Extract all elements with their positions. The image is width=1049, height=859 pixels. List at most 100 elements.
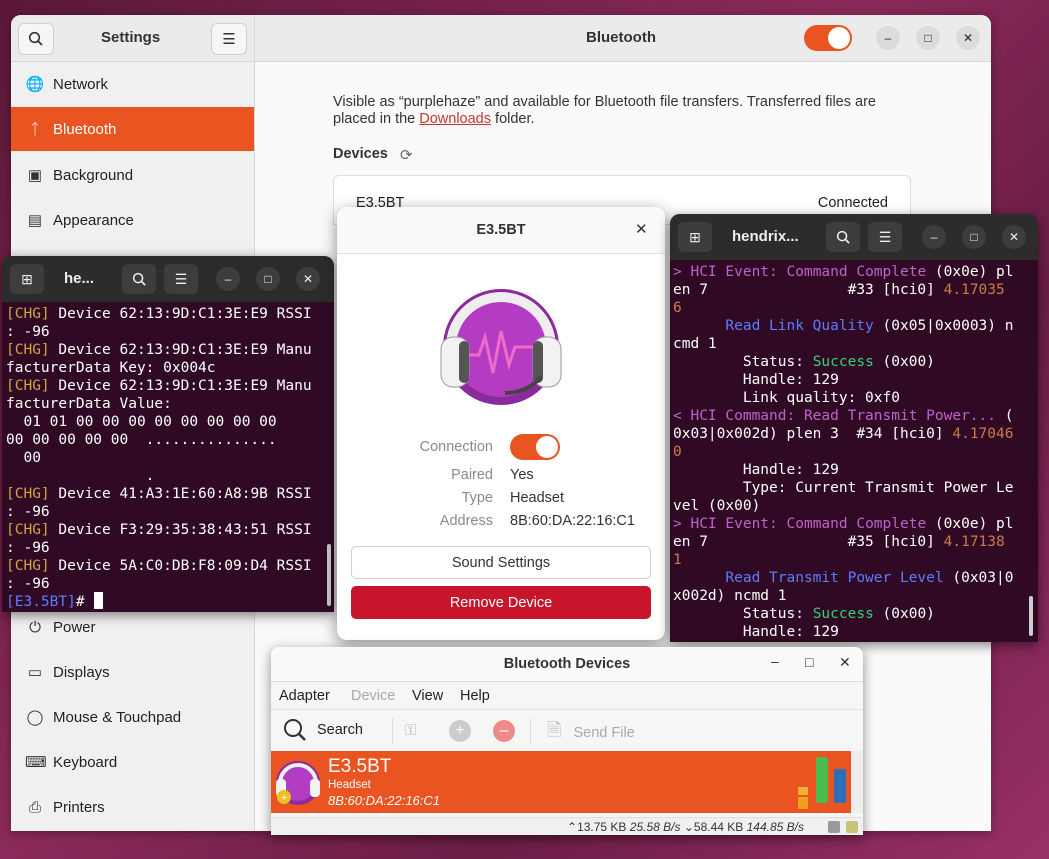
remove-icon[interactable]: – [493,720,515,742]
terminal-text: > HCI Event: [673,516,787,532]
terminal-line: Status: Success (0x00) [673,353,1014,371]
terminal-menu-button[interactable]: ☰ [868,222,902,252]
terminal-scrollbar[interactable] [327,544,331,606]
terminal-text: 0 [673,444,682,460]
terminal-text: 4.17035 [943,282,1005,298]
hamburger-icon: ☰ [222,31,236,48]
terminal-line: : -96 [6,575,312,593]
page-title: Bluetooth [586,29,656,46]
terminal-line: facturerData Key: 0x004c [6,359,312,377]
sidebar-item-printers[interactable]: ⎙ Printers [11,785,254,829]
terminal-close-button[interactable]: ✕ [1002,225,1026,249]
dialog-close-button[interactable]: ✕ [635,220,648,238]
search-button[interactable] [18,23,54,55]
terminal-text: Handle: 129 [673,372,839,388]
terminal-header: ⊞ hendrix... ☰ – □ ✕ [670,214,1038,260]
new-tab-icon: ⊞ [689,228,701,245]
device-list-scrollbar[interactable] [851,751,863,813]
menu-help[interactable]: Help [460,688,490,704]
terminal-scrollbar[interactable] [1029,596,1033,636]
menu-button[interactable]: ☰ [211,23,247,55]
terminal-header: ⊞ he... ☰ – □ ✕ [2,256,334,302]
terminal-line: < HCI Command: Read Transmit Power... ( [673,407,1014,425]
new-tab-button[interactable]: ⊞ [678,222,712,252]
terminal-output[interactable]: [CHG] Device 62:13:9D:C1:3E:E9 RSSI: -96… [6,305,312,611]
terminal-line: Read Transmit Power Level (0x03|0 [673,569,1014,587]
terminal-text: Command Complete [786,516,927,532]
menu-view[interactable]: View [412,688,443,704]
bluetooth-toggle[interactable] [804,25,852,51]
terminal-text: (0x05|0x0003) n [873,318,1014,334]
blueman-minimize-button[interactable]: – [771,653,779,669]
terminal-minimize-button[interactable]: – [216,267,240,291]
sidebar-item-label: Displays [53,663,110,681]
terminal-maximize-button[interactable]: □ [256,267,280,291]
hamburger-icon: ☰ [174,270,188,287]
terminal-search-button[interactable] [122,264,156,294]
maximize-button[interactable]: □ [916,26,940,50]
add-icon[interactable]: + [449,720,471,742]
blueman-close-button[interactable]: ✕ [839,654,851,671]
terminal-text: Read Transmit Power Level [673,570,944,586]
terminal-close-button[interactable]: ✕ [296,267,320,291]
headset-icon: + [276,761,320,805]
sidebar-item-bluetooth[interactable]: ᛏ Bluetooth [11,107,254,151]
terminal-search-button[interactable] [826,222,860,252]
link-quality-icon [816,757,828,803]
settings-sidebar-header: Settings ☰ [11,15,255,62]
address-label: Address [439,513,493,529]
minimize-button[interactable]: – [876,26,900,50]
terminal-text: > HCI Event: [673,264,787,280]
sidebar-item-appearance[interactable]: ▤ Appearance [11,198,254,242]
sidebar-item-label: Mouse & Touchpad [53,708,182,726]
signal-strength-icon [798,773,808,809]
terminal-line: facturerData Value: [6,395,312,413]
bluetooth-icon: ᛏ [30,120,40,138]
sidebar-item-keyboard[interactable]: ⌨ Keyboard [11,740,254,784]
device-list-item[interactable]: + E3.5BT Headset 8B:60:DA:22:16:C1 [271,751,851,813]
terminal-text: Device 62:13:9D:C1:3E:E9 Manu [49,342,312,358]
menu-adapter[interactable]: Adapter [279,688,330,704]
terminal-line: : -96 [6,323,312,341]
terminal-text: Handle: 129 [673,624,839,640]
sidebar-item-displays[interactable]: ▭ Displays [11,650,254,694]
sidebar-item-mouse[interactable]: ◯ Mouse & Touchpad [11,695,254,739]
pair-key-icon[interactable]: ⚿ [405,722,416,739]
terminal-maximize-button[interactable]: □ [962,225,986,249]
sound-settings-button[interactable]: Sound Settings [351,546,651,579]
headset-icon [440,289,562,405]
minimize-icon: – [224,272,232,286]
terminal-line: Handle: 129 [673,623,1014,641]
device-dialog: E3.5BT ✕ Connection Paired Yes Type Head… [337,207,665,640]
terminal-title: hendrix... [732,228,799,245]
terminal-text: Read Link Quality [673,318,874,334]
sidebar-item-background[interactable]: ▣ Background [11,153,254,197]
connection-toggle[interactable] [510,434,560,460]
new-tab-button[interactable]: ⊞ [10,264,44,294]
terminal-text: facturerData Value: [6,396,172,412]
mouse-icon: ◯ [26,709,44,726]
displays-icon: ▭ [27,664,43,681]
terminal-text: Device 41:A3:1E:60:A8:9B RSSI [49,486,312,502]
terminal-line: 01 01 00 00 00 00 00 00 00 00 [6,413,312,431]
search-icon [132,272,146,286]
terminal-output[interactable]: > HCI Event: Command Complete (0x0e) pl e… [673,263,1014,641]
terminal-text: : -96 [6,504,50,520]
terminal-minimize-button[interactable]: – [922,225,946,249]
menu-device[interactable]: Device [351,688,395,704]
downloads-link[interactable]: Downloads [419,111,491,127]
send-file-button[interactable]: 🗎 Send File [547,718,635,748]
close-button[interactable]: ✕ [956,26,980,50]
terminal-text: 1 [673,552,682,568]
remove-device-button[interactable]: Remove Device [351,586,651,619]
terminal-menu-button[interactable]: ☰ [164,264,198,294]
blueman-maximize-button[interactable]: □ [805,654,813,670]
search-tool-button[interactable]: Search [283,718,363,742]
sidebar-item-label: Network [53,75,109,93]
terminal-text: [CHG] [6,378,50,394]
maximize-icon: □ [805,654,814,670]
sidebar-item-network[interactable]: 🌐 Network [11,62,254,106]
terminal-text: Status: [673,606,813,622]
terminal-line: 0 [673,443,1014,461]
upload-rate: 25.58 B/s [629,820,681,834]
